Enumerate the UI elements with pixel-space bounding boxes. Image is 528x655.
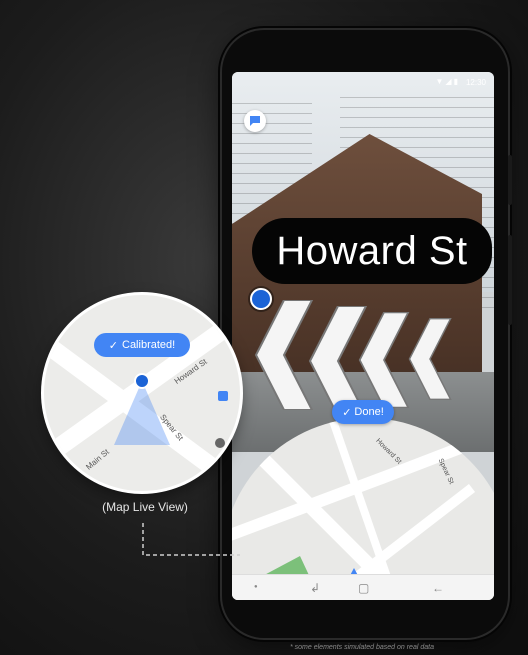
street-name-label: Howard St xyxy=(252,218,492,284)
map-live-view-magnifier: ✓ Calibrated! Howard St Spear St Main St xyxy=(44,295,240,491)
done-chip[interactable]: ✓ Done! xyxy=(332,400,394,424)
location-dot xyxy=(250,288,272,310)
signal-icons: ▼◢▮ xyxy=(435,77,460,86)
check-icon: ✓ xyxy=(108,339,118,352)
magnifier-map xyxy=(44,307,240,491)
leader-line xyxy=(142,523,240,556)
clock: 12:30 xyxy=(465,78,486,87)
back-icon[interactable]: ← xyxy=(432,581,444,595)
calibrated-label: Calibrated! xyxy=(122,339,176,351)
direction-chevron-icon xyxy=(358,312,410,408)
power-button xyxy=(508,155,512,205)
chat-icon xyxy=(250,116,260,126)
recents-icon[interactable]: ▢ xyxy=(358,581,369,595)
direction-chevron-icon xyxy=(408,318,452,400)
phone-screen: ▼◢▮ 12:30 Howard St Howard St Spear St ✓… xyxy=(232,72,494,600)
direction-chevron-icon xyxy=(254,300,314,410)
footnote: * some elements simulated based on real … xyxy=(290,644,434,651)
done-label: Done! xyxy=(354,406,384,418)
chat-button[interactable] xyxy=(244,110,266,132)
route-icon[interactable]: ↲ xyxy=(310,581,320,595)
calibrated-chip: ✓ Calibrated! xyxy=(94,333,190,357)
dot-icon[interactable]: ● xyxy=(254,584,258,590)
volume-button xyxy=(508,235,512,325)
check-icon: ✓ xyxy=(342,406,352,419)
street-name: Howard St xyxy=(276,228,468,273)
navigation-bar: ● ↲ ▢ ← xyxy=(232,574,494,600)
caption: (Map Live View) xyxy=(102,500,188,514)
status-bar: ▼◢▮ 12:30 xyxy=(232,72,494,92)
